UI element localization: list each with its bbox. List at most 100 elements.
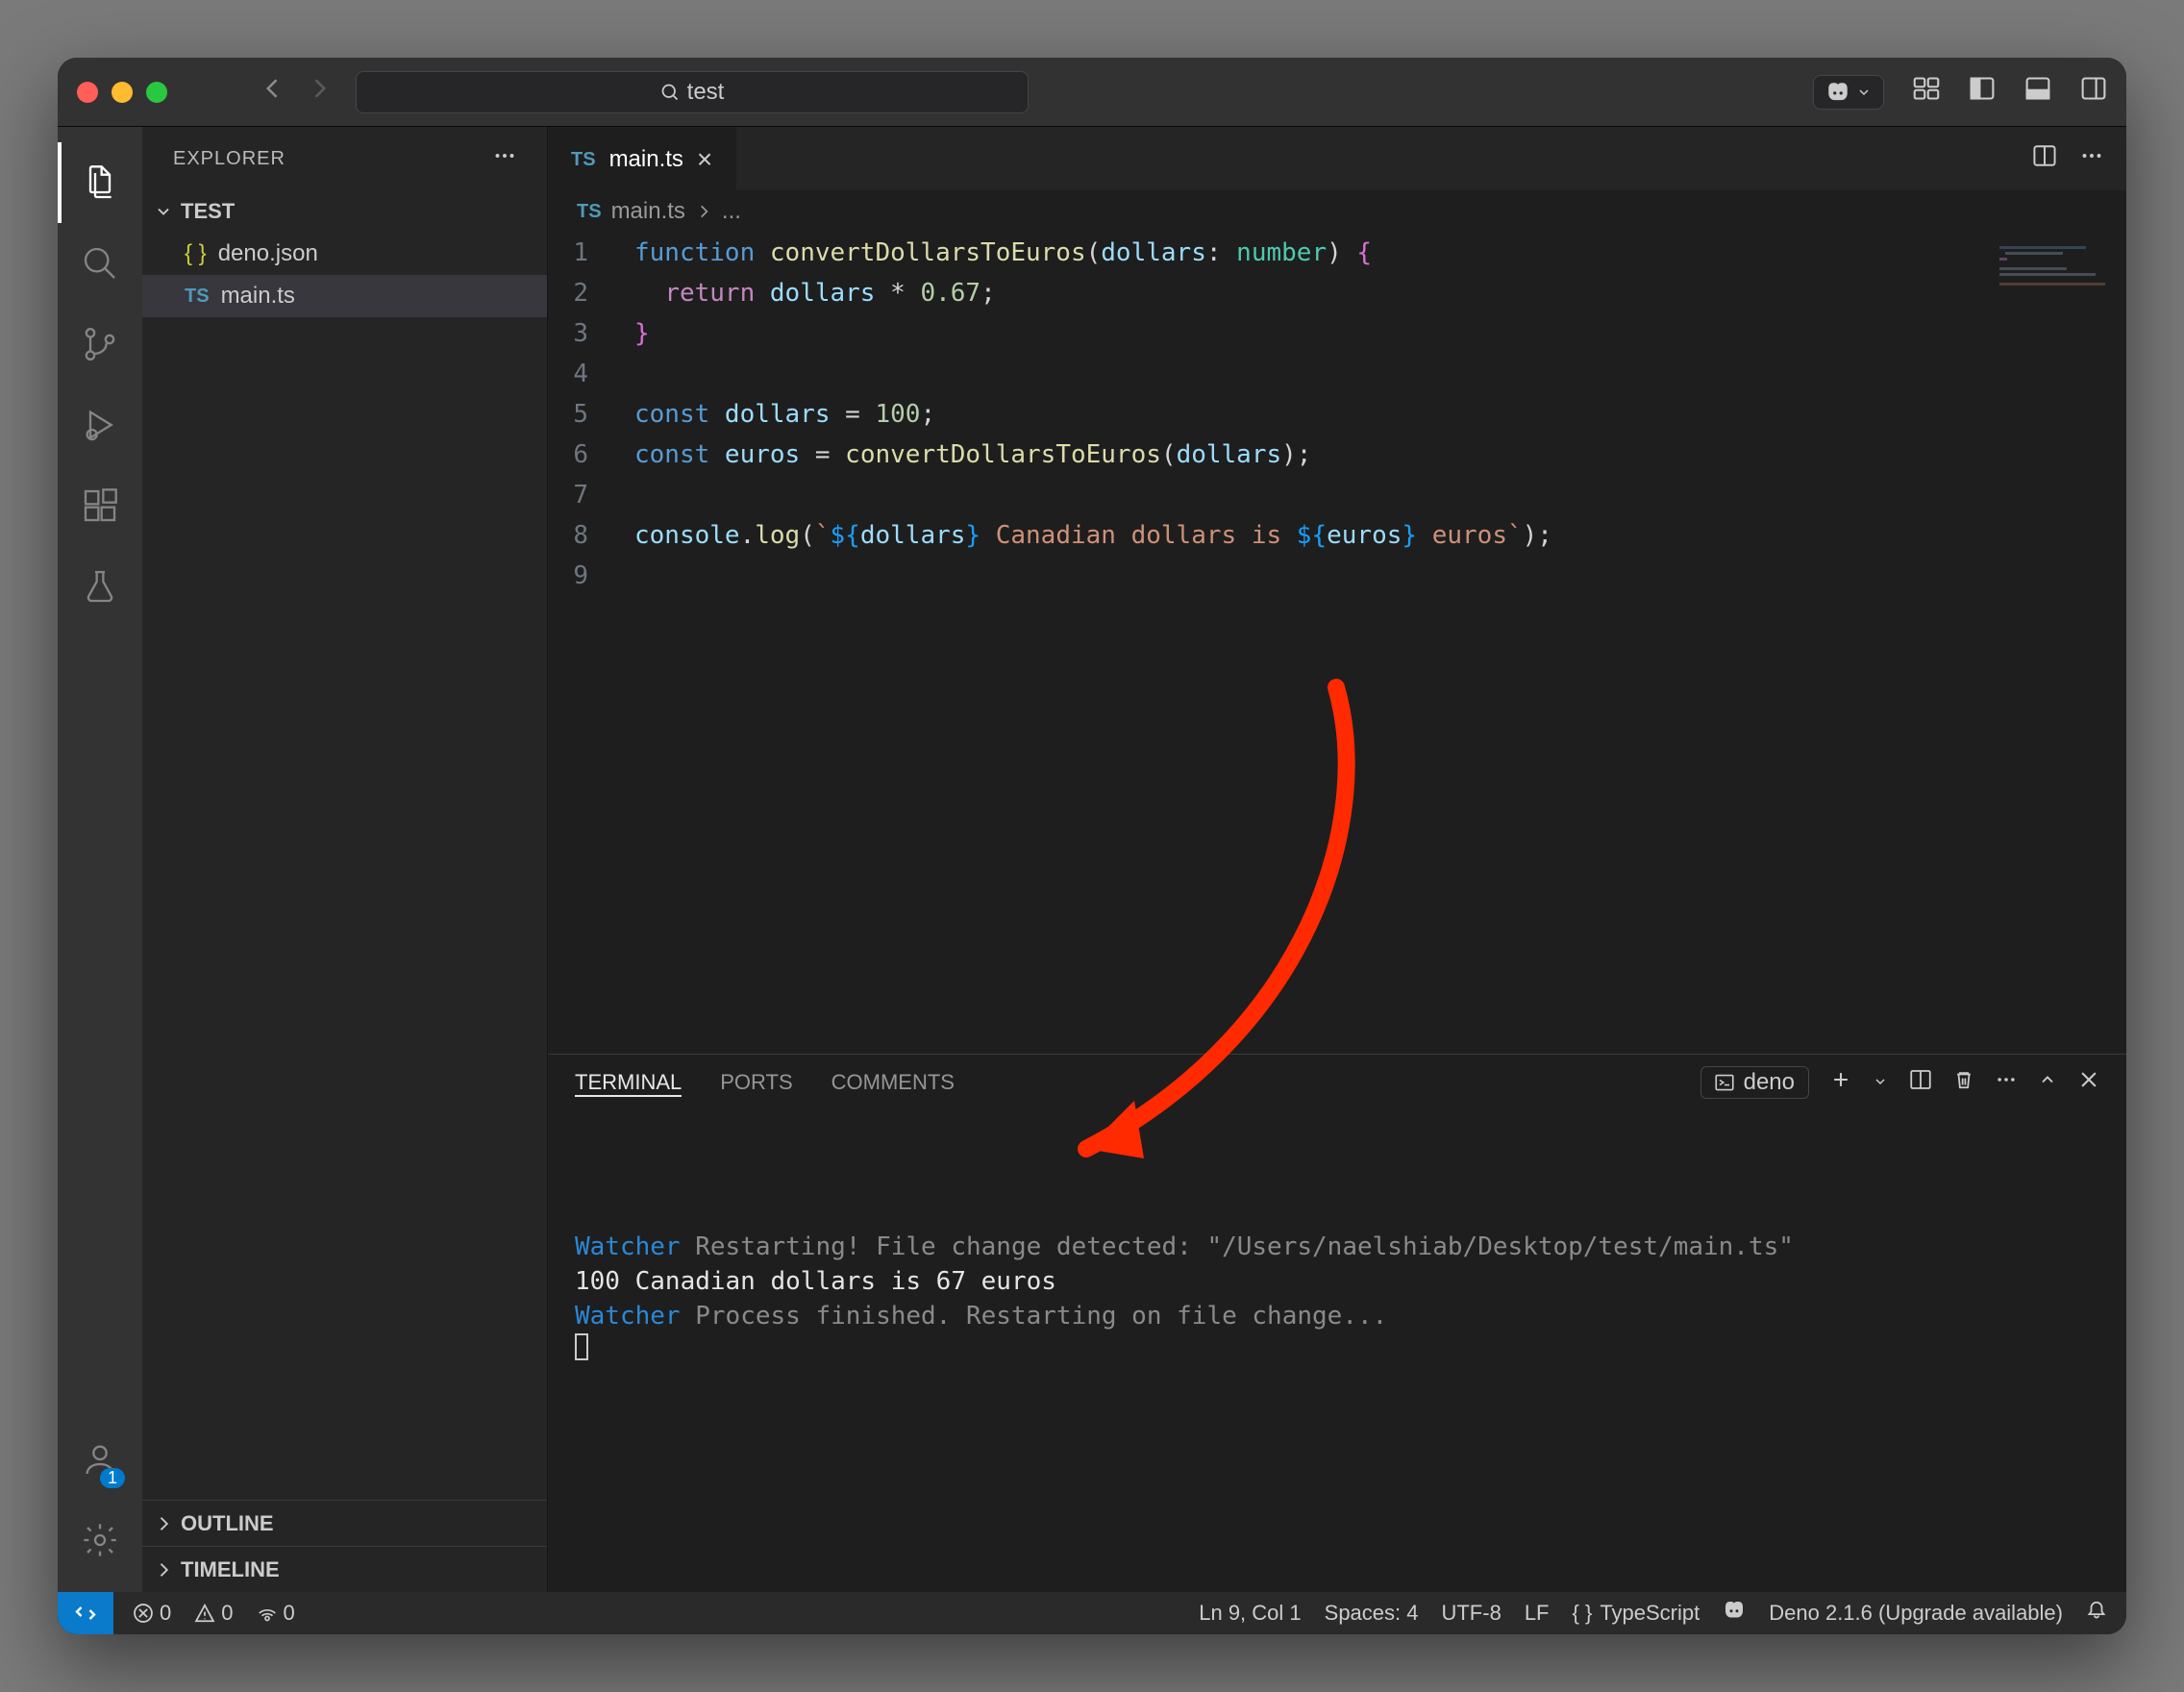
copilot-icon	[1825, 80, 1850, 105]
activity-extensions[interactable]	[58, 465, 142, 546]
accounts-badge: 1	[100, 1468, 125, 1488]
files-icon	[81, 163, 119, 202]
kill-terminal-icon[interactable]	[1953, 1069, 1974, 1097]
chevron-right-icon	[154, 1560, 173, 1580]
maximize-panel-icon[interactable]	[2038, 1069, 2057, 1096]
nav-forward-icon[interactable]	[306, 75, 333, 109]
breadcrumb-file: main.ts	[611, 198, 685, 225]
ts-icon: TS	[571, 149, 596, 171]
status-encoding[interactable]: UTF-8	[1441, 1601, 1501, 1626]
toggle-secondary-sidebar-icon[interactable]	[2080, 75, 2107, 109]
timeline-section[interactable]: TIMELINE	[142, 1546, 547, 1592]
command-center-search[interactable]: test	[356, 71, 1029, 113]
status-errors[interactable]: 0	[133, 1601, 171, 1626]
terminal-icon	[1715, 1073, 1734, 1092]
vscode-window: test	[58, 58, 2126, 1634]
status-bar: 0 0 0 Ln 9, Col 1 Spaces: 4 UTF-8 LF { }…	[58, 1592, 2126, 1634]
layout-customize-icon[interactable]	[1913, 75, 1940, 109]
status-cursor[interactable]: Ln 9, Col 1	[1199, 1601, 1301, 1626]
timeline-label: TIMELINE	[181, 1557, 280, 1582]
file-row[interactable]: { } deno.json	[142, 233, 547, 275]
maximize-window-button[interactable]	[146, 82, 167, 103]
status-eol[interactable]: LF	[1525, 1601, 1550, 1626]
file-label: main.ts	[221, 283, 295, 310]
command-center-text: test	[687, 79, 725, 106]
line-gutter: 123456789	[548, 233, 608, 1054]
close-tab-icon[interactable]: ×	[697, 144, 712, 175]
chevron-down-icon	[1856, 85, 1872, 100]
chevron-down-icon	[154, 202, 173, 221]
activity-settings[interactable]	[58, 1500, 142, 1580]
debug-icon	[81, 406, 119, 444]
new-terminal-icon[interactable]	[1830, 1069, 1851, 1097]
status-language[interactable]: { }TypeScript	[1573, 1601, 1700, 1626]
titlebar: test	[58, 58, 2126, 127]
copilot-button[interactable]	[1813, 75, 1884, 110]
activity-search[interactable]	[58, 223, 142, 304]
panel-tab-terminal[interactable]: TERMINAL	[575, 1068, 682, 1097]
terminal-output[interactable]: Watcher Restarting! File change detected…	[548, 1110, 2126, 1592]
status-deno[interactable]: Deno 2.1.6 (Upgrade available)	[1769, 1601, 2063, 1626]
chevron-right-icon	[154, 1514, 173, 1533]
status-warnings[interactable]: 0	[194, 1601, 233, 1626]
split-terminal-icon[interactable]	[1909, 1068, 1932, 1098]
sidebar-title: EXPLORER	[173, 148, 285, 170]
title-actions	[1813, 75, 2107, 110]
status-copilot-icon[interactable]	[1723, 1599, 1746, 1628]
breadcrumb[interactable]: TS main.ts ...	[548, 190, 2126, 233]
activity-debug[interactable]	[58, 385, 142, 465]
activity-testing[interactable]	[58, 546, 142, 627]
editor-area: TS main.ts × TS main.ts ... 123456789 fu…	[548, 127, 2126, 1592]
chevron-right-icon	[695, 203, 712, 220]
panel-tab-comments[interactable]: COMMENTS	[831, 1070, 955, 1095]
status-notifications-icon[interactable]	[2086, 1600, 2107, 1627]
editor-more-icon[interactable]	[2080, 144, 2103, 174]
terminal-dropdown-icon[interactable]	[1873, 1069, 1888, 1096]
tab-bar: TS main.ts ×	[548, 127, 2126, 190]
folder-row[interactable]: TEST	[142, 190, 547, 233]
bottom-panel: TERMINAL PORTS COMMENTS deno	[548, 1054, 2126, 1592]
outline-label: OUTLINE	[181, 1511, 274, 1536]
toggle-primary-sidebar-icon[interactable]	[1969, 75, 1996, 109]
tab-main-ts[interactable]: TS main.ts ×	[548, 127, 736, 190]
activity-scm[interactable]	[58, 304, 142, 385]
status-ports[interactable]: 0	[257, 1601, 295, 1626]
tab-label: main.ts	[609, 146, 683, 173]
activity-explorer[interactable]	[58, 142, 142, 223]
outline-section[interactable]: OUTLINE	[142, 1500, 547, 1546]
ts-icon: TS	[577, 201, 602, 223]
split-editor-icon[interactable]	[2032, 143, 2057, 175]
terminal-profile-selector[interactable]: deno	[1700, 1066, 1809, 1099]
panel-more-icon[interactable]	[1996, 1069, 2017, 1097]
ts-icon: TS	[185, 286, 210, 308]
activity-accounts[interactable]: 1	[58, 1419, 142, 1500]
extensions-icon	[81, 486, 119, 525]
terminal-profile-label: deno	[1744, 1069, 1795, 1096]
activity-bar: 1	[58, 127, 142, 1592]
search-icon	[660, 83, 680, 102]
gear-icon	[81, 1521, 119, 1559]
status-indent[interactable]: Spaces: 4	[1325, 1601, 1419, 1626]
close-panel-icon[interactable]	[2078, 1069, 2099, 1097]
breadcrumb-segment: ...	[722, 198, 741, 225]
code-content: function convertDollarsToEuros(dollars: …	[608, 233, 2126, 1054]
nav-arrows	[260, 75, 333, 109]
window-controls	[77, 82, 167, 103]
minimap[interactable]	[1999, 244, 2115, 311]
file-label: deno.json	[218, 240, 318, 267]
sidebar-more-icon[interactable]	[493, 144, 516, 173]
remote-indicator[interactable]	[58, 1592, 113, 1634]
search-icon	[81, 244, 119, 283]
source-control-icon	[81, 325, 119, 363]
minimize-window-button[interactable]	[112, 82, 133, 103]
sidebar-header: EXPLORER	[142, 127, 547, 190]
close-window-button[interactable]	[77, 82, 98, 103]
json-icon: { }	[185, 240, 207, 267]
nav-back-icon[interactable]	[260, 75, 286, 109]
folder-name: TEST	[181, 199, 235, 224]
panel-tab-ports[interactable]: PORTS	[720, 1070, 792, 1095]
code-editor[interactable]: 123456789 function convertDollarsToEuros…	[548, 233, 2126, 1054]
file-row[interactable]: TS main.ts	[142, 275, 547, 317]
toggle-panel-icon[interactable]	[2024, 75, 2051, 109]
beaker-icon	[81, 567, 119, 606]
